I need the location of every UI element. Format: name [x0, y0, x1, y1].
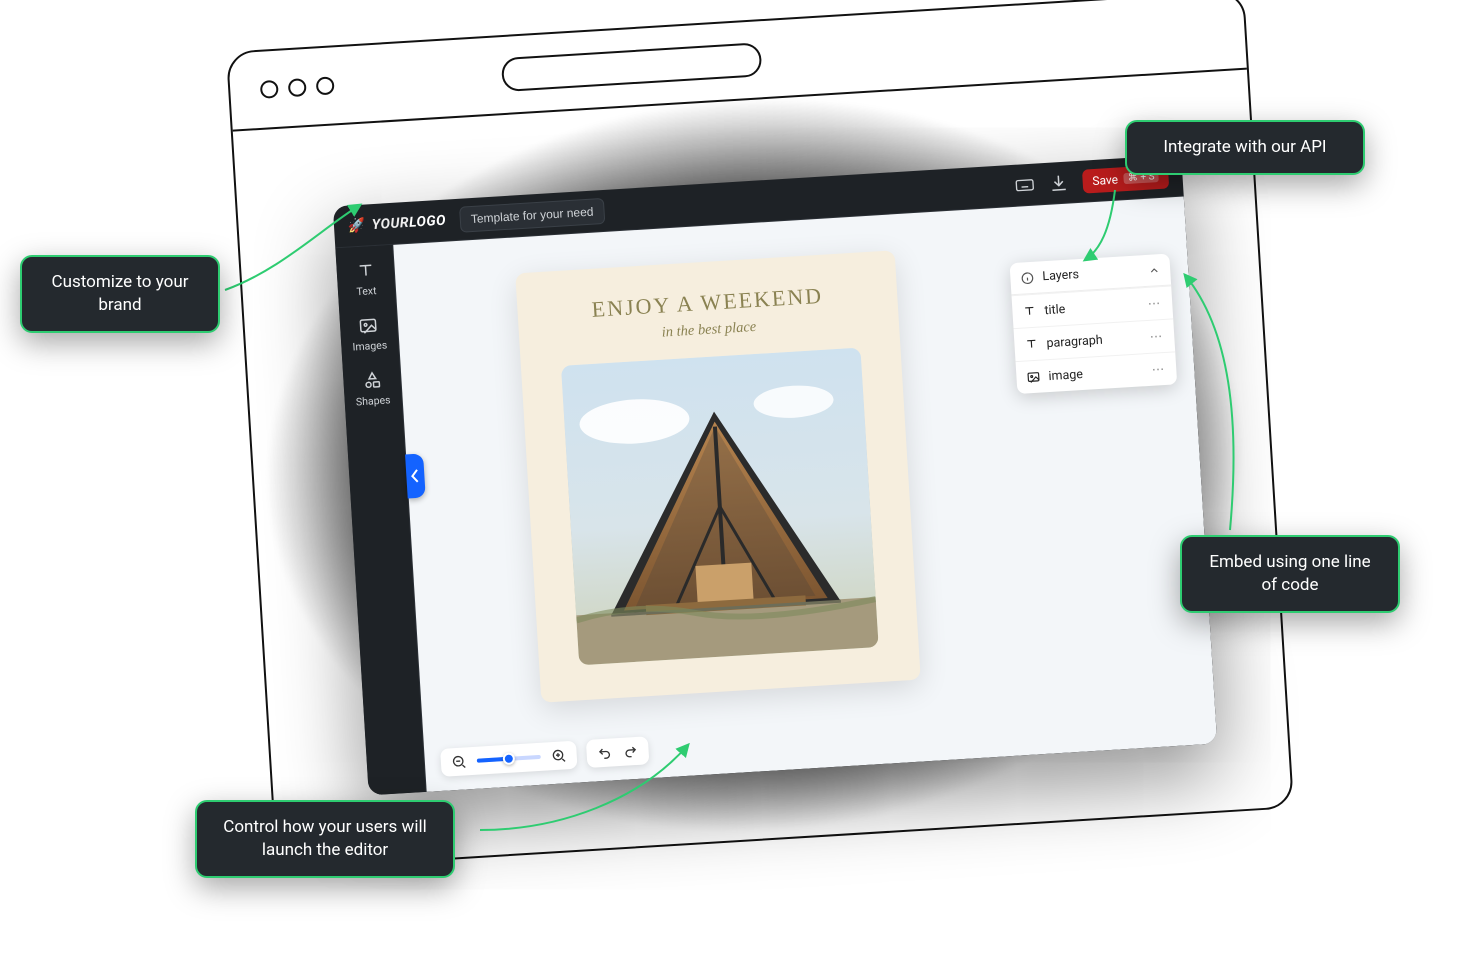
chevron-up-icon [1148, 264, 1161, 277]
text-icon [1022, 304, 1037, 319]
traffic-lights [260, 76, 335, 98]
logo-text-left: YOUR [371, 214, 409, 232]
text-icon [1024, 337, 1039, 352]
undo-button[interactable] [596, 744, 613, 761]
callout-customize-brand: Customize to your brand [20, 255, 220, 333]
zoom-out-button[interactable] [450, 753, 467, 770]
redo-button[interactable] [622, 743, 639, 760]
zoom-group [440, 741, 577, 777]
image-icon [358, 315, 379, 336]
layers-panel: Layers title ⋯ paragraph ⋯ [1010, 254, 1178, 395]
layer-row-label: title [1044, 301, 1066, 317]
image-icon [1026, 370, 1041, 385]
template-picker-button[interactable]: Template for your need [459, 197, 605, 232]
rocket-icon: 🚀 [348, 217, 367, 234]
download-icon[interactable] [1048, 172, 1069, 193]
logo-text-right: LOGO [409, 212, 447, 230]
keyboard-icon[interactable] [1014, 174, 1035, 195]
callout-text: Control how your users will launch the e… [223, 817, 426, 860]
collapse-sidebar-button[interactable] [405, 453, 426, 498]
sidebar-item-images[interactable]: Images [351, 314, 388, 353]
zoom-in-button[interactable] [550, 747, 567, 764]
traffic-light-dot [316, 76, 335, 95]
cabin-illustration [561, 348, 879, 666]
callout-text: Integrate with our API [1163, 137, 1326, 157]
chevron-left-icon [410, 468, 421, 485]
callout-text: Customize to your brand [52, 272, 189, 315]
more-icon[interactable]: ⋯ [1149, 328, 1164, 345]
layers-panel-title: Layers [1042, 267, 1079, 284]
more-icon[interactable]: ⋯ [1151, 361, 1166, 378]
zoom-controls [440, 736, 649, 777]
editor-window: 🚀 YOURLOGO Template for your need Save ⌘… [333, 155, 1217, 796]
callout-text: Embed using one line of code [1209, 552, 1370, 595]
layer-row-label: image [1048, 367, 1083, 384]
zoom-slider[interactable] [477, 755, 541, 763]
sidebar-item-label: Shapes [356, 393, 391, 408]
traffic-light-dot [288, 78, 307, 97]
save-button-label: Save [1092, 172, 1118, 188]
callout-integrate-api: Integrate with our API [1125, 120, 1365, 175]
info-icon [1020, 270, 1035, 285]
brand-logo: 🚀 YOURLOGO [348, 212, 447, 234]
sidebar-item-label: Images [352, 338, 387, 353]
canvas-area[interactable]: ENJOY A WEEKEND in the best place [393, 197, 1217, 792]
artboard[interactable]: ENJOY A WEEKEND in the best place [515, 250, 921, 702]
artboard-title[interactable]: ENJOY A WEEKEND [591, 283, 824, 323]
text-icon [355, 260, 376, 281]
callout-launch-editor: Control how your users will launch the e… [195, 800, 455, 878]
sidebar-item-shapes[interactable]: Shapes [354, 369, 391, 408]
traffic-light-dot [260, 80, 279, 99]
artboard-subtitle[interactable]: in the best place [661, 319, 757, 342]
layer-row-label: paragraph [1046, 332, 1103, 350]
more-icon[interactable]: ⋯ [1147, 295, 1162, 312]
callout-embed-code: Embed using one line of code [1180, 535, 1400, 613]
sidebar-item-text[interactable]: Text [355, 260, 377, 298]
shapes-icon [361, 370, 382, 391]
history-group [586, 736, 650, 768]
artboard-image[interactable] [561, 348, 879, 666]
sidebar-item-label: Text [356, 284, 377, 298]
